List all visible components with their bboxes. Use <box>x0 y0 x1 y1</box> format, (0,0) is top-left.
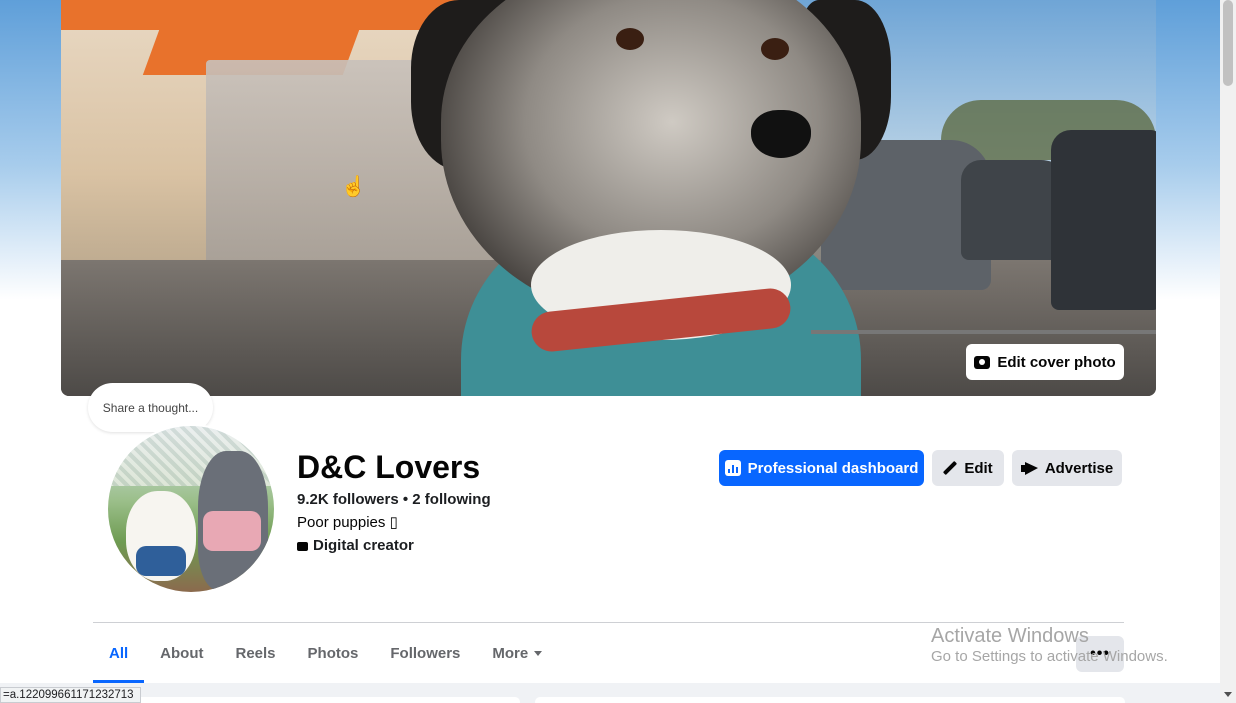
activation-watermark-subtitle: Go to Settings to activate Windows. <box>931 648 1168 665</box>
bar-chart-icon <box>724 460 741 476</box>
tab-label: About <box>160 644 204 662</box>
page-category-label: Digital creator <box>313 537 414 554</box>
advertise-button[interactable]: Advertise <box>1012 450 1122 486</box>
briefcase-icon <box>297 541 308 551</box>
tab-label: More <box>492 644 529 662</box>
hand-cursor-icon: ☝ <box>341 176 366 198</box>
tab-more[interactable]: More <box>476 623 558 683</box>
status-bar-url: =a.122099661171232713 <box>0 687 141 703</box>
avatar-dog-harness <box>136 546 186 576</box>
cover-dog-eye <box>761 38 789 60</box>
scroll-down-arrow-icon[interactable] <box>1224 692 1232 697</box>
tab-all[interactable]: All <box>93 623 145 683</box>
cover-car <box>1051 130 1156 310</box>
cover-photo[interactable]: ☝ <box>61 0 1156 396</box>
avatar-dog-harness <box>203 511 261 551</box>
tab-reels[interactable]: Reels <box>220 623 292 683</box>
scrollbar-thumb[interactable] <box>1223 0 1233 86</box>
edit-label: Edit <box>964 459 993 477</box>
activation-watermark-title: Activate Windows <box>931 625 1089 647</box>
intro-card <box>90 697 520 703</box>
professional-dashboard-button[interactable]: Professional dashboard <box>719 450 924 486</box>
edit-cover-photo-button[interactable]: Edit cover photo <box>966 344 1124 380</box>
tab-about[interactable]: About <box>144 623 219 683</box>
edit-cover-photo-label: Edit cover photo <box>997 353 1116 371</box>
advertise-label: Advertise <box>1044 459 1114 477</box>
camera-icon <box>974 355 991 369</box>
tab-photos[interactable]: Photos <box>292 623 375 683</box>
page-bio: Poor puppies ▯ <box>297 514 398 531</box>
page-category: Digital creator <box>297 536 414 556</box>
composer-card <box>535 697 1125 703</box>
followers-count[interactable]: 9.2K followers • 2 following <box>297 490 491 510</box>
caret-down-icon <box>534 650 543 656</box>
pencil-icon <box>943 461 957 475</box>
share-thought-placeholder: Share a thought... <box>102 400 199 415</box>
cover-dog-eye <box>616 28 644 50</box>
professional-dashboard-label: Professional dashboard <box>747 459 919 477</box>
edit-button[interactable]: Edit <box>932 450 1004 486</box>
vertical-scrollbar[interactable] <box>1220 0 1236 703</box>
page-title: D&C Lovers <box>297 449 481 485</box>
tab-label: Followers <box>390 644 461 662</box>
cover-dog-nose <box>751 110 811 158</box>
tab-label: Photos <box>307 644 359 662</box>
profile-avatar[interactable] <box>106 424 276 594</box>
profile-tabs: All About Reels Photos Followers More <box>93 623 558 683</box>
tab-followers[interactable]: Followers <box>374 623 476 683</box>
megaphone-icon <box>1020 461 1038 475</box>
tab-label: All <box>109 644 129 662</box>
tab-label: Reels <box>235 644 276 662</box>
